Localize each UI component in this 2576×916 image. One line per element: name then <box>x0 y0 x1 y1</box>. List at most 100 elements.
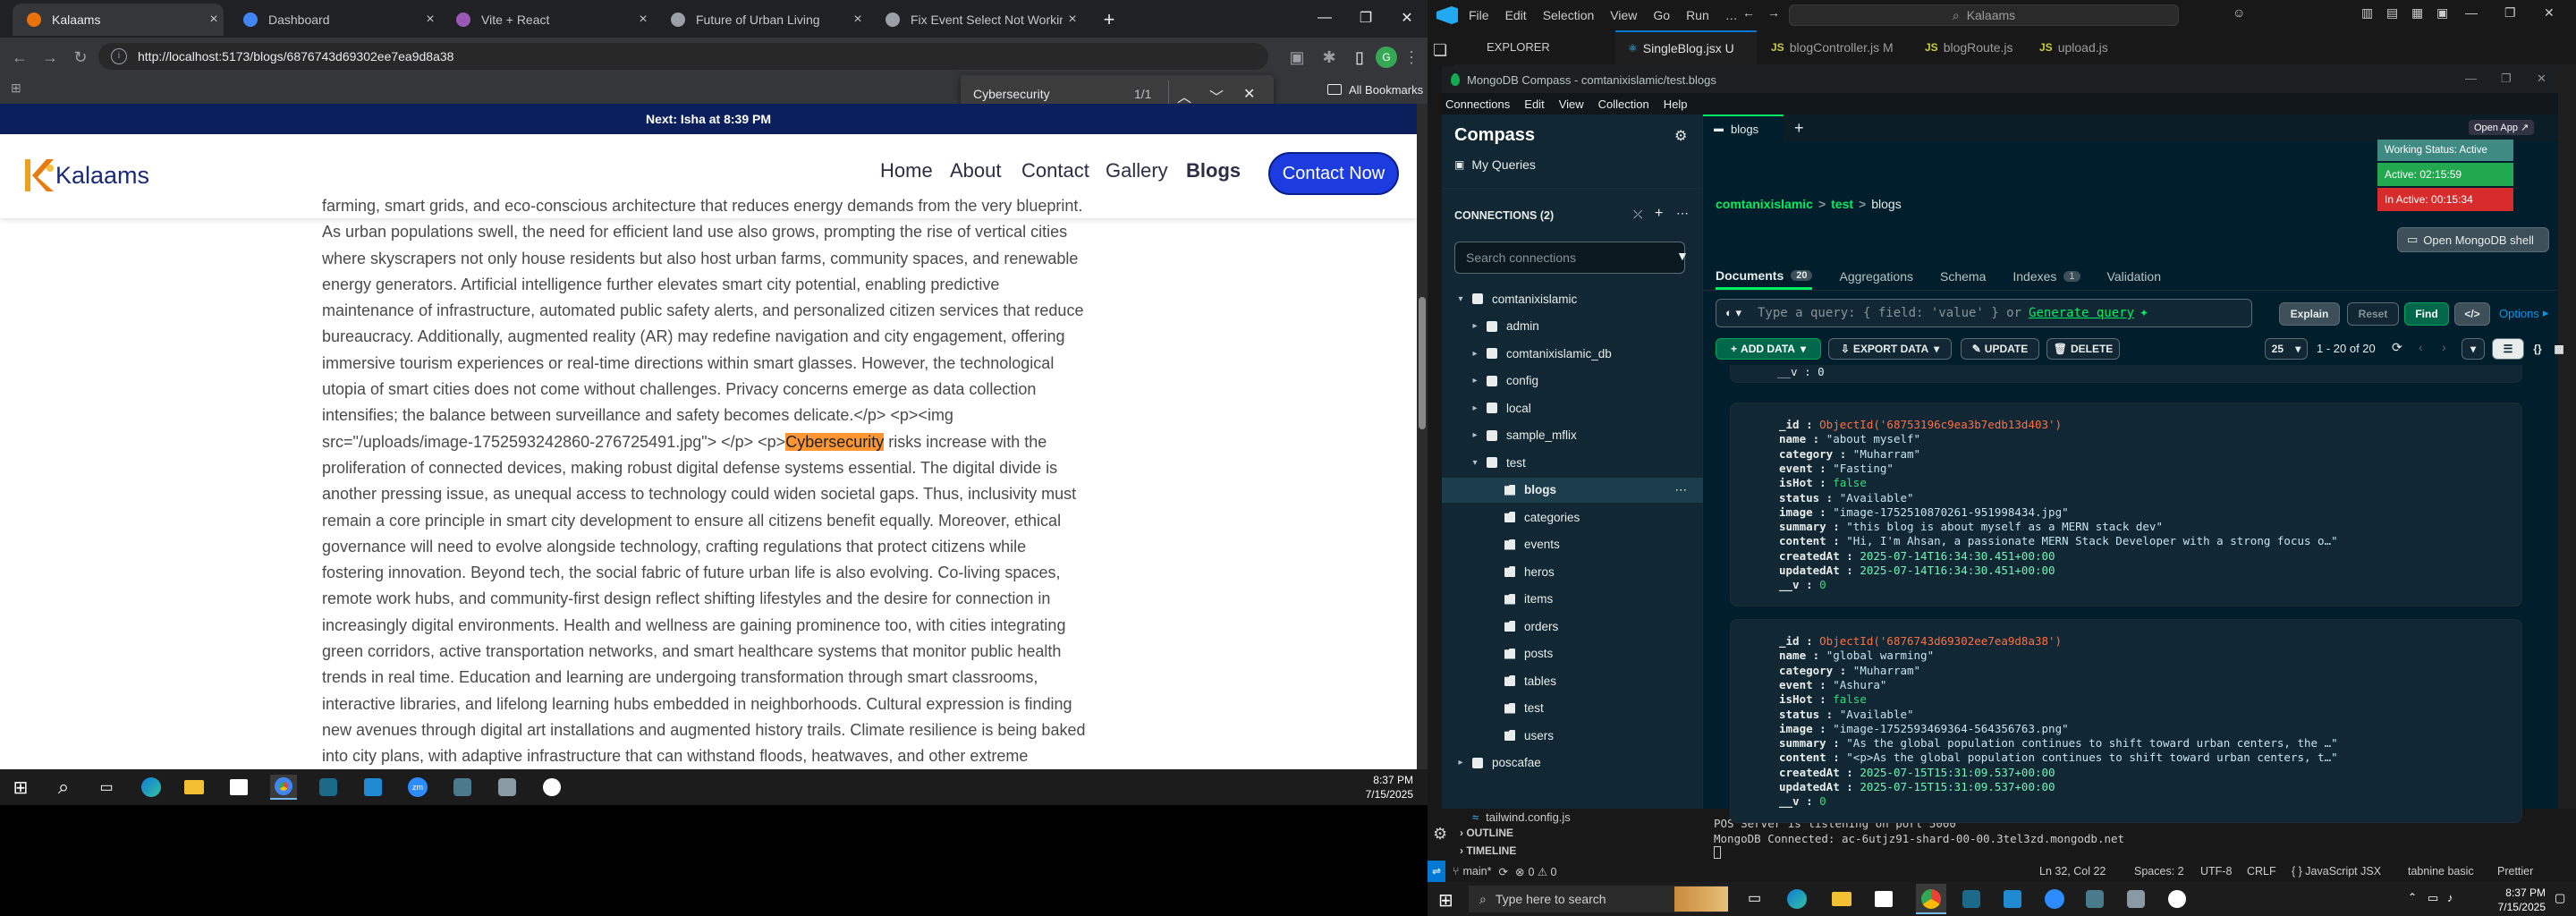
store-icon[interactable] <box>1875 891 1893 907</box>
menu-edit[interactable]: Edit <box>1505 8 1527 22</box>
notification-icon[interactable]: ▢ <box>2555 891 2565 905</box>
split-view-icon[interactable]: ▯ <box>1349 47 1370 68</box>
store-icon[interactable] <box>225 775 252 800</box>
tree-item-coll[interactable]: test <box>1442 696 1703 721</box>
close-tab-icon[interactable]: × <box>848 12 868 28</box>
search-connections-input[interactable]: Search connections <box>1454 242 1685 274</box>
connections-menu-icon[interactable]: ⋯ <box>1676 206 1689 221</box>
minimize-icon[interactable]: — <box>2465 5 2478 20</box>
tree-item-db[interactable]: ▸ local <box>1442 395 1703 420</box>
forward-arrow-icon[interactable]: → <box>39 47 61 68</box>
find-close-icon[interactable]: ✕ <box>1243 85 1255 103</box>
menu-more-icon[interactable]: … <box>1725 8 1738 22</box>
chrome-tab-fix-event[interactable]: Fix Event Select Not Working in × <box>871 4 1082 36</box>
tab-upload[interactable]: JS upload.js <box>2027 30 2125 64</box>
windows-start-icon[interactable]: ⊞ <box>1438 889 1453 912</box>
explorer-file-tailwind[interactable]: ≈ tailwind.config.js <box>1472 809 1571 825</box>
collection-menu-icon[interactable]: ⋯ <box>1675 483 1688 497</box>
chevron-down-icon[interactable]: ▾ <box>1454 294 1467 304</box>
menu-connections[interactable]: Connections <box>1445 98 1510 111</box>
restore-icon[interactable]: ❐ <box>2501 72 2512 86</box>
close-tab-icon[interactable]: × <box>204 12 224 28</box>
chevron-right-icon[interactable]: ▸ <box>1469 430 1481 440</box>
settings-gear-icon[interactable]: ⚙ <box>1674 127 1687 145</box>
edge-icon[interactable] <box>1787 889 1807 909</box>
document-card[interactable]: _id : ObjectId('6876743d69302ee7ea9d8a38… <box>1730 619 2522 823</box>
site-info-icon[interactable]: i <box>111 48 127 64</box>
chevron-down-icon[interactable]: ▾ <box>1469 458 1481 468</box>
chevron-right-icon[interactable]: ▸ <box>1469 349 1481 359</box>
minimize-icon[interactable]: — <box>1304 0 1345 36</box>
forward-arrow-icon[interactable]: → <box>1767 5 1780 20</box>
menu-view[interactable]: View <box>1610 8 1637 22</box>
address-bar[interactable]: i http://localhost:5173/blogs/6876743d69… <box>98 43 1268 70</box>
app-icon[interactable] <box>494 775 521 800</box>
tree-item-conn[interactable]: ▾ comtanixislamic <box>1442 286 1703 311</box>
app-icon[interactable] <box>449 775 476 800</box>
layout-sidebar-icon[interactable]: ▥ <box>2361 5 2373 21</box>
chrome-tab-kalaams[interactable]: Kalaams × <box>13 4 224 36</box>
menu-collection[interactable]: Collection <box>1598 98 1649 111</box>
collapse-all-icon[interactable]: ⤫ <box>1633 208 1642 222</box>
remote-icon[interactable]: ⇌ <box>1428 861 1445 882</box>
close-window-icon[interactable]: ✕ <box>2537 72 2546 86</box>
puzzle-extensions-icon[interactable]: ✱ <box>1318 47 1340 68</box>
app-icon[interactable] <box>315 775 342 800</box>
outline-section[interactable]: › OUTLINE <box>1460 827 1513 839</box>
tree-item-coll[interactable]: blogs ⋯ <box>1442 477 1703 503</box>
task-view-icon[interactable]: ▭ <box>1748 889 1761 907</box>
page-scrollbar-thumb[interactable] <box>1419 297 1426 429</box>
app-icon[interactable] <box>1962 890 1980 908</box>
nav-blogs[interactable]: Blogs <box>1186 159 1241 182</box>
tree-item-coll[interactable]: events <box>1442 532 1703 557</box>
close-window-icon[interactable]: ✕ <box>2544 5 2555 21</box>
reload-icon[interactable]: ↻ <box>70 47 91 68</box>
tree-item-coll[interactable]: items <box>1442 587 1703 612</box>
tree-item-coll[interactable]: tables <box>1442 668 1703 693</box>
git-branch[interactable]: main* <box>1463 865 1492 878</box>
maximize-icon[interactable]: ❐ <box>1345 0 1386 36</box>
chrome-tab-urban-living[interactable]: Future of Urban Living × <box>657 4 868 36</box>
indent-size[interactable]: Spaces: 2 <box>2134 865 2184 878</box>
profile-avatar-icon[interactable]: G <box>1376 47 1397 68</box>
vscode-taskbar-icon[interactable] <box>2004 890 2021 908</box>
close-tab-icon[interactable]: × <box>1063 12 1082 28</box>
tree-item-coll[interactable]: orders <box>1442 614 1703 639</box>
new-tab-plus-icon[interactable]: + <box>1097 7 1122 32</box>
filter-icon[interactable]: ▼ <box>1676 249 1689 263</box>
tree-item-conn[interactable]: ▸ poscafae <box>1442 751 1703 776</box>
chevron-right-icon[interactable]: ▸ <box>1454 758 1467 768</box>
find-input[interactable]: Cybersecurity <box>973 87 1050 101</box>
menu-help[interactable]: Help <box>1664 98 1688 111</box>
customize-layout-icon[interactable]: ▣ <box>2436 5 2448 21</box>
close-window-icon[interactable]: ✕ <box>1386 0 1428 36</box>
search-icon[interactable]: ⌕ <box>50 775 77 800</box>
tree-item-coll[interactable]: categories <box>1442 505 1703 530</box>
chevron-right-icon[interactable]: ▸ <box>1469 321 1481 331</box>
tree-item-coll[interactable]: users <box>1442 723 1703 748</box>
file-explorer-icon[interactable] <box>1832 892 1852 906</box>
zoom-icon[interactable] <box>2045 889 2064 909</box>
app-icon[interactable] <box>2086 890 2104 908</box>
menu-file[interactable]: File <box>1469 8 1489 22</box>
nav-gallery[interactable]: Gallery <box>1106 159 1168 182</box>
menu-view[interactable]: View <box>1559 98 1584 111</box>
nav-about[interactable]: About <box>950 159 1002 182</box>
taskbar-clock[interactable]: 8:37 PM 7/15/2025 <box>2474 886 2546 914</box>
tree-item-coll[interactable]: heros <box>1442 559 1703 584</box>
tab-blogcontroller[interactable]: JS blogController.js M <box>1758 30 1911 64</box>
language-mode[interactable]: { } JavaScript JSX <box>2292 865 2381 878</box>
close-tab-icon[interactable]: × <box>633 12 653 28</box>
encoding[interactable]: UTF-8 <box>2200 865 2232 878</box>
task-view-icon[interactable]: ▭ <box>93 775 120 800</box>
volume-icon[interactable]: ♪ <box>2447 891 2453 904</box>
tree-item-db[interactable]: ▾ test <box>1442 450 1703 475</box>
tab-blogroute[interactable]: JS blogRoute.js <box>1912 30 2025 64</box>
taskbar-search-box[interactable]: ⌕ Type here to search <box>1469 886 1728 912</box>
windows-start-icon[interactable]: ⊞ <box>7 775 34 800</box>
chrome-tab-vite-react[interactable]: Vite + React × <box>442 4 653 36</box>
network-icon[interactable]: ▭ <box>2428 891 2438 905</box>
close-tab-icon[interactable]: × <box>420 12 440 28</box>
back-arrow-icon[interactable]: ← <box>9 47 30 68</box>
prettier-status[interactable]: Prettier <box>2497 865 2533 878</box>
